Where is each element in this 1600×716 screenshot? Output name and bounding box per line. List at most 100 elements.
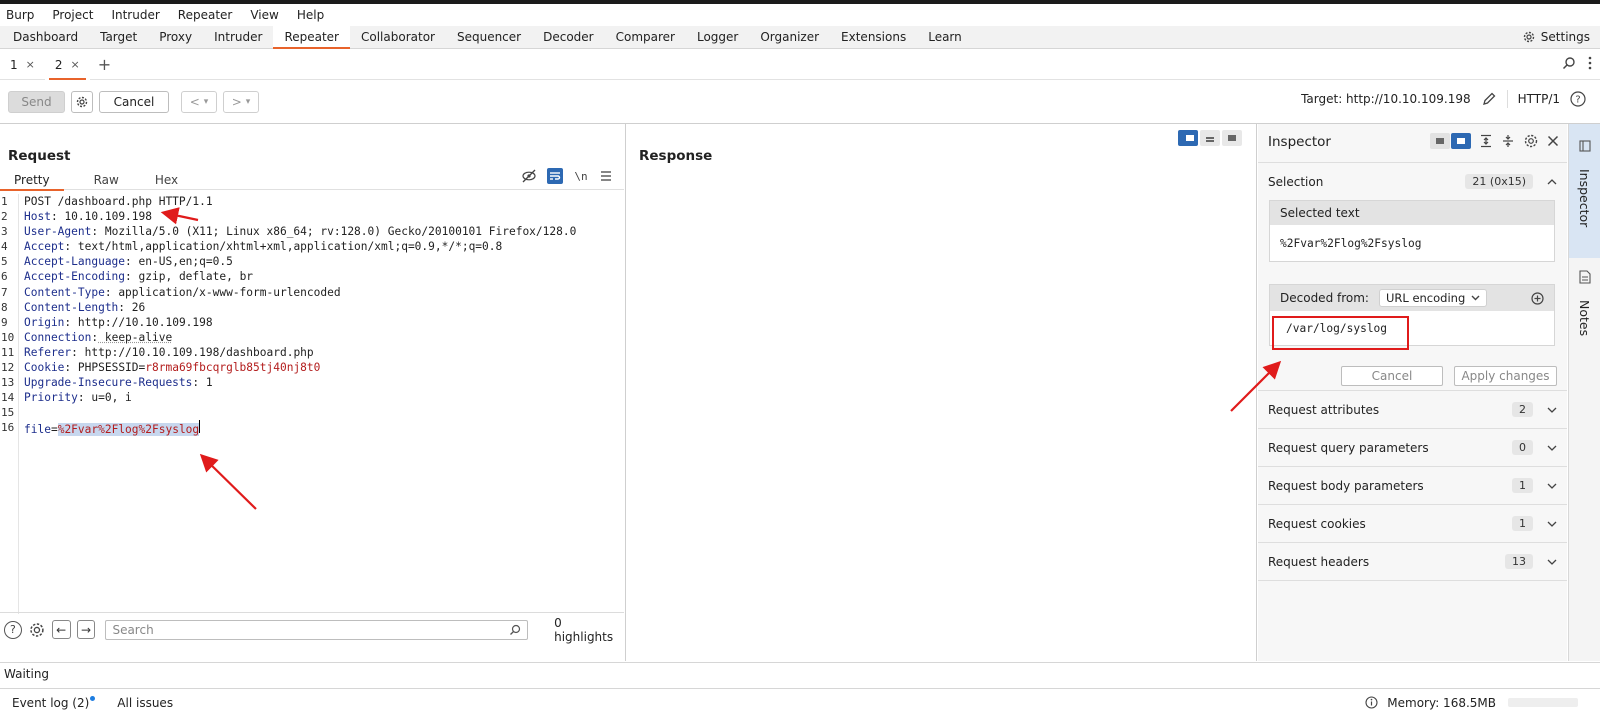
- tab-organizer[interactable]: Organizer: [749, 26, 830, 48]
- tab-sequencer[interactable]: Sequencer: [446, 26, 532, 48]
- menu-burp[interactable]: Burp: [6, 8, 42, 22]
- tab-raw[interactable]: Raw: [80, 170, 133, 190]
- tab-intruder[interactable]: Intruder: [203, 26, 273, 48]
- back-button[interactable]: < ▾: [181, 91, 217, 113]
- layout-stacked-icon[interactable]: [1200, 130, 1220, 146]
- newline-icon[interactable]: \n: [573, 168, 589, 184]
- help-icon[interactable]: ?: [4, 620, 22, 639]
- tab-target[interactable]: Target: [89, 26, 148, 48]
- code-line: 2 Host: 10.10.109.198: [0, 209, 576, 224]
- previous-match-icon[interactable]: ←: [51, 620, 71, 639]
- tab-hex[interactable]: Hex: [141, 170, 192, 190]
- tab-pretty[interactable]: Pretty: [0, 170, 64, 191]
- inspector-icon: [1579, 140, 1591, 152]
- layout-side-by-side-icon[interactable]: [1178, 130, 1198, 146]
- more-vertical-icon[interactable]: [1588, 56, 1592, 70]
- encoding-select[interactable]: URL encoding: [1378, 289, 1488, 307]
- send-settings-button[interactable]: [71, 91, 93, 113]
- selected-text-box: Selected text %2Fvar%2Flog%2Fsyslog: [1269, 200, 1555, 262]
- menu-intruder[interactable]: Intruder: [111, 8, 167, 22]
- collapse-all-icon[interactable]: [1501, 134, 1515, 148]
- menu-view[interactable]: View: [250, 8, 286, 22]
- chevron-down-icon[interactable]: [1547, 559, 1557, 565]
- chevron-down-icon[interactable]: [1547, 521, 1557, 527]
- code-line: 12 Cookie: PHPSESSID=r8rma69fbcqrglb85tj4…: [0, 360, 576, 375]
- tab-dashboard[interactable]: Dashboard: [2, 26, 89, 48]
- next-match-icon[interactable]: →: [76, 620, 96, 639]
- body-param-value[interactable]: %2Fvar%2Flog%2Fsyslog: [57, 423, 200, 437]
- repeater-tab-1[interactable]: 1 ×: [0, 50, 45, 80]
- section-count: 2: [1512, 402, 1533, 417]
- inspector-section[interactable]: Request body parameters 1: [1258, 466, 1567, 504]
- settings-button[interactable]: Settings: [1522, 30, 1590, 44]
- section-count: 0: [1512, 440, 1533, 455]
- chevron-up-icon[interactable]: [1547, 178, 1557, 185]
- add-circle-icon[interactable]: [1531, 291, 1544, 305]
- menu-repeater[interactable]: Repeater: [178, 8, 241, 22]
- menu-icon[interactable]: [599, 170, 613, 182]
- header-value: 10.10.109.198: [57, 210, 152, 224]
- line-text: Accept-Language: en-US,en;q=0.5: [24, 255, 233, 269]
- menu-bar: Burp Project Intruder Repeater View Help: [0, 4, 1600, 26]
- info-icon[interactable]: [1365, 696, 1378, 709]
- selection-section[interactable]: Selection 21 (0x15): [1258, 162, 1567, 200]
- target-area: Target: http://10.10.109.198 HTTP/1 ?: [1301, 90, 1586, 108]
- inspector-section[interactable]: Request query parameters 0: [1258, 428, 1567, 466]
- menu-help[interactable]: Help: [297, 8, 332, 22]
- tab-proxy[interactable]: Proxy: [148, 26, 203, 48]
- gear-icon[interactable]: [28, 621, 46, 639]
- chevron-down-icon[interactable]: [1547, 445, 1557, 451]
- chevron-down-icon[interactable]: [1547, 483, 1557, 489]
- menu-project[interactable]: Project: [52, 8, 101, 22]
- line-text: Content-Length: 26: [24, 300, 146, 314]
- pencil-icon[interactable]: [1481, 91, 1497, 107]
- tab-decoder[interactable]: Decoder: [532, 26, 605, 48]
- hide-nonprintable-icon[interactable]: [521, 168, 537, 184]
- layout-list-icon[interactable]: [1430, 133, 1450, 149]
- tab-comparer[interactable]: Comparer: [605, 26, 686, 48]
- selected-text-value[interactable]: %2Fvar%2Flog%2Fsyslog: [1270, 225, 1554, 261]
- repeater-tab-2[interactable]: 2 ×: [44, 49, 90, 80]
- close-icon[interactable]: [1547, 135, 1559, 147]
- section-label: Request cookies: [1268, 516, 1366, 531]
- cancel-button[interactable]: Cancel: [99, 91, 169, 113]
- close-icon[interactable]: ×: [71, 58, 80, 71]
- inspector-section[interactable]: Request attributes 2: [1258, 390, 1567, 428]
- tab-extensions[interactable]: Extensions: [830, 26, 917, 48]
- event-log-label: Event log (2): [12, 695, 90, 710]
- help-icon[interactable]: ?: [1570, 91, 1586, 107]
- inspector-section[interactable]: Request cookies 1: [1258, 504, 1567, 542]
- chevron-down-icon[interactable]: [1547, 407, 1557, 413]
- event-log-link[interactable]: Event log (2): [12, 695, 96, 710]
- header-name: Referer: [24, 345, 72, 359]
- sidebar-inspector-tab[interactable]: Inspector: [1569, 124, 1600, 258]
- cancel-decode-button[interactable]: Cancel: [1341, 366, 1443, 386]
- all-issues-link[interactable]: All issues: [117, 696, 173, 710]
- gear-icon[interactable]: [1523, 133, 1539, 149]
- line-text: Accept-Encoding: gzip, deflate, br: [24, 270, 254, 284]
- layout-tabs-icon[interactable]: [1222, 130, 1242, 146]
- tab-collaborator[interactable]: Collaborator: [350, 26, 446, 48]
- expand-all-icon[interactable]: [1479, 134, 1493, 148]
- protocol-label[interactable]: HTTP/1: [1518, 92, 1560, 106]
- add-tab-icon[interactable]: +: [90, 55, 119, 74]
- response-title: Response: [639, 148, 713, 164]
- notes-icon: [1579, 270, 1591, 284]
- close-icon[interactable]: ×: [26, 58, 35, 71]
- code-line: 11 Referer: http://10.10.109.198/dashboar…: [0, 345, 576, 360]
- apply-changes-button[interactable]: Apply changes: [1454, 366, 1557, 386]
- line-text: Priority: u=0, i: [24, 391, 132, 405]
- forward-button[interactable]: > ▾: [223, 91, 259, 113]
- layout-panel-icon[interactable]: [1451, 133, 1471, 149]
- request-pane: Request Pretty Raw Hex \n 1 POST /dashboa…: [0, 124, 626, 661]
- search-icon[interactable]: [1562, 56, 1576, 70]
- sidebar-notes-tab[interactable]: Notes: [1569, 260, 1600, 360]
- send-button[interactable]: Send: [8, 91, 65, 113]
- tab-learn[interactable]: Learn: [917, 26, 973, 48]
- tab-logger[interactable]: Logger: [686, 26, 749, 48]
- inspector-section[interactable]: Request headers 13: [1258, 542, 1567, 581]
- tab-repeater[interactable]: Repeater: [273, 26, 350, 49]
- search-input[interactable]: Search: [105, 619, 529, 640]
- wrap-lines-icon[interactable]: [547, 168, 563, 184]
- request-editor[interactable]: 1 POST /dashboard.php HTTP/1.1 2 Host: 10.1…: [0, 194, 576, 437]
